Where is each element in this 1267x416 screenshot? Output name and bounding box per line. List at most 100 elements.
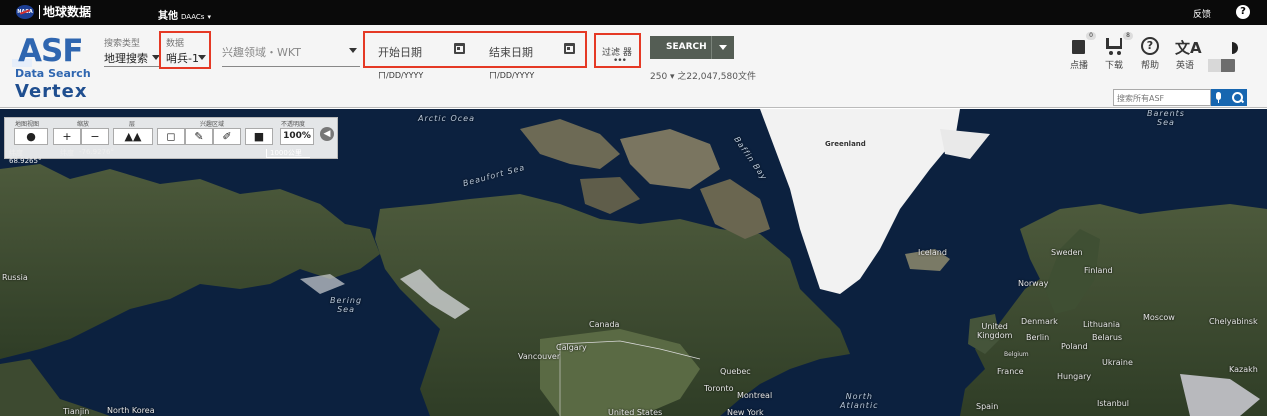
queue-count-badge: 0 xyxy=(1086,32,1096,40)
chevron-down-icon: ▾ xyxy=(207,13,211,21)
russia-label: Russia xyxy=(2,273,28,282)
finland-label: Finland xyxy=(1084,266,1113,275)
result-count[interactable]: 250 ▾ 之22,047,580文件 xyxy=(650,69,756,82)
language-label: 英语 xyxy=(1175,61,1194,71)
cart-icon xyxy=(1106,38,1122,49)
downloads-label: 下载 xyxy=(1104,61,1123,71)
toggle-knob xyxy=(1208,59,1221,72)
question-icon: ? xyxy=(1141,37,1159,55)
on-demand-queue-button[interactable]: 0 点播 xyxy=(1061,32,1097,71)
logo-data-search-text: Data Search xyxy=(15,67,91,80)
map-view-label: 地图视图 xyxy=(15,121,40,128)
end-date-input[interactable]: 结束日期 xyxy=(489,44,533,60)
berlin-label: Berlin xyxy=(1026,333,1050,342)
chelyabinsk-label: Chelyabinsk xyxy=(1209,317,1258,326)
vancouver-label: Vancouver xyxy=(518,352,561,361)
latitude-value: 68.9265° xyxy=(9,157,42,165)
queue-label: 点播 xyxy=(1069,61,1088,71)
microphone-icon[interactable] xyxy=(1211,89,1227,106)
search-button[interactable]: SEARCH xyxy=(650,36,734,59)
belarus-label: Belarus xyxy=(1092,333,1123,342)
opacity-select[interactable]: 100% xyxy=(280,128,314,145)
globe-icon: ● xyxy=(26,130,36,143)
clear-aoi-button[interactable]: ■ xyxy=(245,128,273,145)
longitude-value: -76.9276° xyxy=(79,148,114,156)
spain-label: Spain xyxy=(976,402,999,411)
language-button[interactable]: 文A 英语 xyxy=(1167,32,1203,71)
dark-mode-icon xyxy=(1232,42,1238,54)
belgium-label: Belgium xyxy=(1004,351,1029,358)
asf-vertex-logo[interactable]: ASF Data Search Vertex xyxy=(12,33,92,105)
earthdata-title[interactable]: 地球数据 xyxy=(39,5,91,19)
start-calendar-icon[interactable] xyxy=(454,43,465,54)
bering-sea-label: Bering Sea xyxy=(330,296,363,314)
poland-label: Poland xyxy=(1061,342,1088,351)
edit-polygon-button[interactable]: ✐ xyxy=(213,128,241,145)
quebec-label: Quebec xyxy=(720,367,751,376)
help-button[interactable]: ? 帮助 xyxy=(1132,32,1168,71)
end-date-hint: ㄇ/DD/YYYY xyxy=(489,71,535,80)
new-york-label: New York xyxy=(727,408,764,416)
longitude-label: 纬度 xyxy=(60,149,74,157)
canada-label: Canada xyxy=(589,320,620,329)
dataset-chevron-icon xyxy=(198,55,206,60)
zoom-in-button[interactable]: + xyxy=(53,128,81,145)
united-states-label: United States xyxy=(608,408,663,416)
cart-wheel-icon xyxy=(1117,51,1121,55)
start-date-hint: ㄇ/DD/YYYY xyxy=(378,71,424,80)
scale-bar: 1000公里 xyxy=(266,149,310,158)
norway-label: Norway xyxy=(1018,279,1049,288)
queue-icon xyxy=(1069,40,1085,56)
nasa-logo-icon[interactable]: NASA xyxy=(16,5,34,19)
united-kingdom-label: United Kingdom xyxy=(977,322,1013,340)
layers-label: 层 xyxy=(129,121,136,128)
hungary-label: Hungary xyxy=(1057,372,1092,381)
search-icon[interactable] xyxy=(1227,89,1247,106)
globe-view-button[interactable]: ● xyxy=(14,128,48,145)
north-korea-label: North Korea xyxy=(107,406,155,415)
cart-wheel-icon xyxy=(1109,51,1113,55)
north-atlantic-label: North Atlantic xyxy=(840,392,879,410)
layers-button[interactable]: ▲▲ xyxy=(113,128,153,145)
ukraine-label: Ukraine xyxy=(1102,358,1133,367)
istanbul-label: Istanbul xyxy=(1097,399,1130,408)
calgary-label: Calgary xyxy=(556,343,587,352)
end-calendar-icon[interactable] xyxy=(564,43,575,54)
zoom-out-button[interactable]: − xyxy=(81,128,109,145)
zoom-label: 缩放 xyxy=(77,121,90,128)
greenland-label: Greenland xyxy=(825,140,866,148)
vertex-app: NASA 地球数据 其他DAACs▾ 反馈 ? ASF Data Search … xyxy=(0,0,1267,416)
logo-vertex-text: Vertex xyxy=(15,81,88,102)
other-daacs-menu[interactable]: 其他 DAACs ▾ xyxy=(158,7,211,22)
downloads-button[interactable]: 8 下载 xyxy=(1096,32,1133,71)
moscow-label: Moscow xyxy=(1143,313,1175,322)
tianjin-label: Tianjin xyxy=(63,407,90,416)
draw-pencil-button[interactable]: ✎ xyxy=(185,128,213,145)
draw-box-button[interactable]: ◻ xyxy=(157,128,185,145)
denmark-label: Denmark xyxy=(1021,317,1058,326)
search-type-underline xyxy=(104,66,160,67)
feedback-link[interactable]: 反馈 xyxy=(1193,7,1211,20)
dataset-select[interactable]: 哨兵-1 xyxy=(166,50,199,66)
start-date-input[interactable]: 开始日期 xyxy=(378,44,422,60)
barents-sea-label: Barents Sea xyxy=(1147,109,1185,127)
search-all-asf-input[interactable]: 搜索所有ASF xyxy=(1113,89,1211,106)
opacity-label: 不透明度 xyxy=(281,121,306,128)
toronto-label: Toronto xyxy=(704,384,734,393)
theme-toggle[interactable] xyxy=(1208,59,1235,72)
edit-icon: ✐ xyxy=(222,130,232,143)
aoi-wkt-input[interactable]: 兴趣领域・WKT xyxy=(222,44,301,60)
search-options-chevron-icon[interactable] xyxy=(719,45,727,50)
dataset-label: 数据 xyxy=(166,39,185,49)
more-dots-icon: ••• xyxy=(613,56,627,66)
translate-icon: 文A xyxy=(1175,39,1202,57)
search-header: ASF Data Search Vertex 搜索类型 地理搜索 数据 哨兵-1… xyxy=(0,25,1267,108)
search-type-select[interactable]: 地理搜索 xyxy=(104,50,148,66)
help-circle-icon[interactable]: ? xyxy=(1236,5,1250,19)
trash-icon: ■ xyxy=(253,130,265,143)
other-daacs-label: 其他 xyxy=(158,11,178,22)
box-select-icon: ◻ xyxy=(166,130,176,143)
collapse-controls-icon[interactable]: ◀ xyxy=(320,127,334,141)
other-daacs-sub: DAACs xyxy=(181,13,205,21)
logo-asf-text: ASF xyxy=(18,33,83,69)
